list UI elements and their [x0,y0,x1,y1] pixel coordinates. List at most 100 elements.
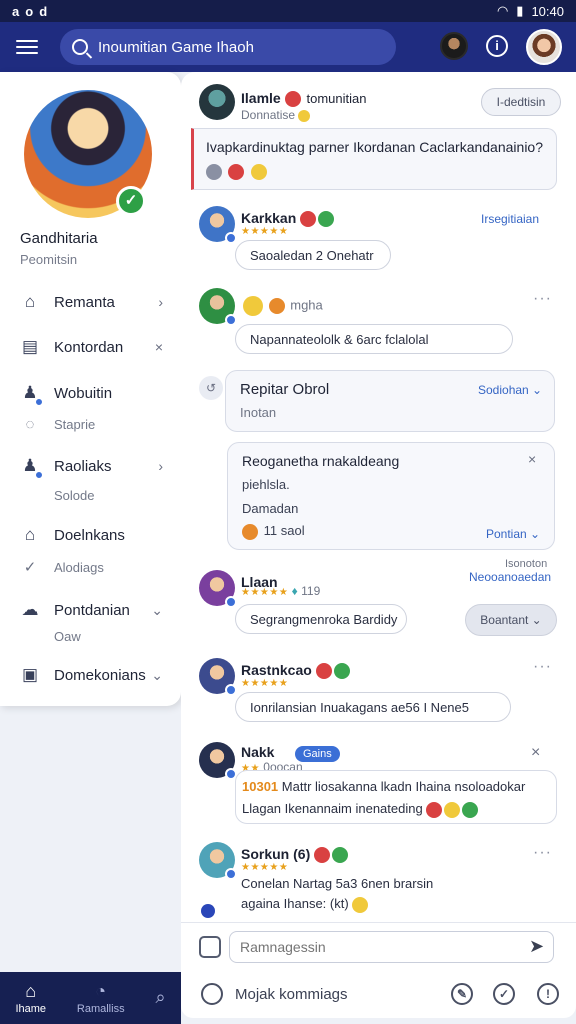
wifi-icon: ◠ [496,3,509,18]
drawer-item-doelnkans[interactable]: ⌂ Doelnkans [0,519,181,551]
reply-bubble[interactable]: Ionrilansian Inuakagans ae56 I Nene5 [235,692,511,722]
comment-text: Conelan Nartag 5a3 6nen brarsin [241,876,434,891]
comment-text: againa Ihanse: (kt) [241,896,349,911]
footer-label: Mojak kommiags [235,986,348,1003]
avatar[interactable] [199,658,237,696]
check-icon[interactable]: ✓ [493,983,515,1005]
calendar-icon: ▤ [21,337,39,356]
comment-composer: ➤ [181,922,576,972]
thread-reply-card[interactable]: Reoganetha rnakaldeang × piehlsla. Damad… [227,442,555,550]
avatar[interactable] [440,32,468,60]
post-meta: mgha [290,297,323,313]
comment-link[interactable]: Neooanoaedan [469,570,551,584]
nav-search[interactable]: ⌕ [155,987,165,1009]
thread-reply-line: Damadan [242,501,299,516]
home-icon: ⌂ [25,981,37,1001]
drawer-sub-solode[interactable]: Solode [0,482,181,508]
drawer-item-pontdanian[interactable]: ☁ Pontdanian ⌄ [0,594,181,626]
close-icon[interactable]: × [531,744,540,762]
reaction-icon [206,163,222,180]
author-name-2: tomunitian [306,91,367,106]
star-rating: ★★★★★ [241,678,289,689]
more-options-icon[interactable]: ··· [533,844,552,862]
info-icon[interactable]: ! [537,983,559,1005]
search-bar[interactable] [60,29,396,65]
drawer-user-sub: Peomitsin [20,252,78,267]
avatar[interactable] [199,206,237,244]
thread-link[interactable]: Sodiohan ⌄ [478,383,542,397]
reaction-row [206,163,269,181]
close-icon[interactable]: × [528,451,536,467]
home-icon: ⌂ [24,292,36,311]
send-icon[interactable]: ➤ [529,936,544,957]
drawer-item-raoliaks[interactable]: ♟ Raoliaks › [0,450,181,482]
chevron-down-icon: ⌄ [151,601,163,618]
search-icon: ⌕ [155,987,166,1007]
avatar[interactable] [199,288,237,326]
author-sub: Donnatise [241,108,296,122]
comment-input[interactable] [229,931,554,963]
avatar[interactable] [199,84,235,120]
composer-footer: Mojak kommiags ✎ ✓ ! [181,972,576,1018]
reply-line: Mattr liosakanna lkadn Ihaina nsoloadoka… [281,779,526,794]
group-icon: ♟ [20,456,44,480]
edit-icon[interactable]: ✎ [451,983,473,1005]
smile-icon [243,296,263,316]
drawer-sub-alodiags[interactable]: ✓ Alodiags [0,554,181,580]
chevron-down-icon: ⌄ [151,666,163,683]
clock-icon: ◔ [95,981,107,1001]
side-drawer: ✓ Gandhitaria Peomitsin ⌂ Remanta › ▤ Ko… [0,72,181,706]
drawer-sub-staprie[interactable]: ◌ Staprie [0,411,181,437]
thread-reply-link[interactable]: Pontian ⌄ [486,527,540,541]
reply-card[interactable]: 10301 Mattr liosakanna lkadn Ihaina nsol… [235,770,557,824]
hamburger-icon[interactable] [12,32,42,62]
star-rating: ★★★★★ [241,862,289,873]
bell-icon: ⌂ [24,525,36,544]
post-action-button[interactable]: Boantant ⌄ [465,604,557,636]
avatar[interactable] [199,742,237,780]
badge-icon [300,211,317,228]
clipboard-icon: ▣ [21,665,39,684]
tag-badge: Gains [295,746,340,762]
drawer-user-name: Gandhitaria [20,230,98,247]
nav-ramalliss[interactable]: ◔ Ramalliss [77,981,125,1015]
more-options-icon[interactable]: ··· [533,290,552,308]
thread-reply-line: piehlsla. [242,477,290,492]
status-icon-o: o [25,3,34,19]
avatar[interactable] [199,570,237,608]
nav-home[interactable]: ⌂ Ihame [15,981,46,1015]
camera-icon[interactable] [199,936,221,958]
reply-bubble[interactable]: Segrangmenroka Bardidy [235,604,407,634]
drawer-item-wobuitin[interactable]: ♟ Wobuitin [0,377,181,409]
drawer-item-domekonians[interactable]: ▣ Domekonians ⌄ [0,659,181,691]
thread-reply-title: Reoganetha rnakaldeang [242,453,400,469]
profile-avatar[interactable] [526,29,562,65]
smile-icon [298,109,311,122]
reaction-icon [426,801,443,818]
reply-bubble[interactable]: Napannateololk & 6arc fclalolal [235,324,513,354]
pinned-question-card[interactable]: Ivapkardinuktag parner Ikordanan Caclark… [191,128,557,190]
more-options-icon[interactable]: ··· [533,658,552,676]
comment-link[interactable]: Irsegitiaian [481,212,539,226]
emoji-icon[interactable] [201,983,223,1005]
chevron-right-icon: › [158,294,163,310]
drawer-item-kontordan[interactable]: ▤ Kontordan × [0,331,181,363]
pinned-action-button[interactable]: I-dedtisin [481,88,561,116]
star-rating: ★★★★★ [241,226,289,237]
reaction-icon [228,163,245,180]
badge-icon [314,847,331,864]
search-input[interactable] [98,38,378,56]
reply-line: Llagan Ikenannaim inenateding [242,801,423,816]
drawer-item-remanta[interactable]: ⌂ Remanta › [0,286,181,318]
badge-icon [333,663,350,680]
reply-bubble[interactable]: Saoaledan 2 Onehatr [235,240,391,270]
info-icon[interactable]: i [486,35,508,57]
thread-header-card[interactable]: Repitar Obrol Inotan Sodiohan ⌄ [225,370,555,432]
drawer-sub-oaw[interactable]: Oaw [0,623,181,649]
comment-link[interactable]: Isonoton [505,558,547,570]
comment-feed: Ilamle tomunitian Donnatise I-dedtisin I… [181,72,576,922]
badge-icon [315,663,332,680]
reaction-icon [242,523,258,540]
avatar[interactable] [199,842,237,880]
unread-dot [201,904,215,918]
